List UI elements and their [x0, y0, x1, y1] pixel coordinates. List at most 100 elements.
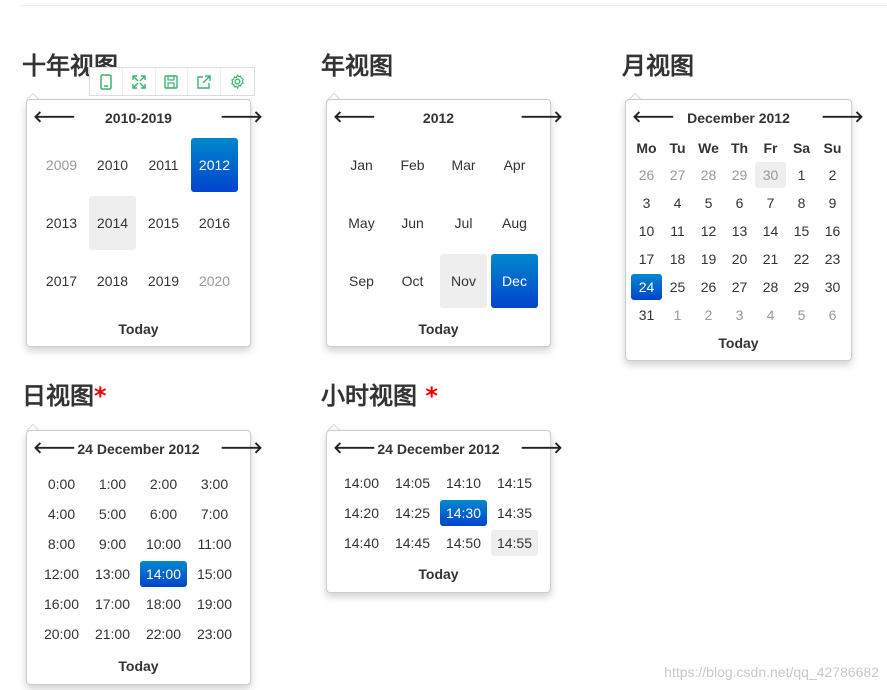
- picker-switch-title[interactable]: 24 December 2012: [57, 439, 220, 459]
- hour-cell[interactable]: 18:00: [140, 591, 187, 617]
- hour-cell[interactable]: 13:00: [89, 561, 136, 587]
- minute-cell[interactable]: 14:40: [338, 530, 385, 556]
- hour-cell[interactable]: 20:00: [38, 621, 85, 647]
- year-cell[interactable]: 2019: [140, 254, 187, 308]
- hour-cell[interactable]: 22:00: [140, 621, 187, 647]
- year-cell[interactable]: 2009: [38, 138, 85, 192]
- minute-cell[interactable]: 14:10: [440, 470, 487, 496]
- day-cell[interactable]: 5: [693, 190, 724, 216]
- day-cell[interactable]: 6: [724, 190, 755, 216]
- expand-icon[interactable]: [123, 68, 156, 95]
- hour-cell[interactable]: 19:00: [191, 591, 238, 617]
- today-button[interactable]: Today: [27, 321, 250, 337]
- day-cell[interactable]: 12: [693, 218, 724, 244]
- day-cell[interactable]: 14: [755, 218, 786, 244]
- next-arrow-icon[interactable]: 🡒: [821, 108, 864, 128]
- month-cell[interactable]: Jul: [440, 196, 487, 250]
- tablet-icon[interactable]: [90, 68, 123, 95]
- prev-arrow-icon[interactable]: 🡐: [33, 439, 76, 459]
- settings-icon[interactable]: [221, 68, 254, 95]
- day-cell[interactable]: 11: [662, 218, 693, 244]
- hour-cell[interactable]: 9:00: [89, 531, 136, 557]
- day-cell[interactable]: 30: [755, 162, 786, 188]
- day-cell[interactable]: 22: [786, 246, 817, 272]
- hour-cell[interactable]: 11:00: [191, 531, 238, 557]
- day-cell[interactable]: 6: [817, 302, 848, 328]
- day-cell[interactable]: 30: [817, 274, 848, 300]
- hour-cell[interactable]: 1:00: [89, 471, 136, 497]
- year-cell[interactable]: 2010: [89, 138, 136, 192]
- day-cell[interactable]: 29: [724, 162, 755, 188]
- hour-cell[interactable]: 15:00: [191, 561, 238, 587]
- day-cell[interactable]: 3: [724, 302, 755, 328]
- hour-cell[interactable]: 2:00: [140, 471, 187, 497]
- next-arrow-icon[interactable]: 🡒: [220, 439, 263, 459]
- picker-switch-title[interactable]: 2012: [357, 108, 520, 128]
- picker-switch-title[interactable]: 24 December 2012: [357, 439, 520, 459]
- minute-cell[interactable]: 14:35: [491, 500, 538, 526]
- minute-cell[interactable]: 14:05: [389, 470, 436, 496]
- hour-cell[interactable]: 6:00: [140, 501, 187, 527]
- hour-cell[interactable]: 7:00: [191, 501, 238, 527]
- day-cell[interactable]: 31: [631, 302, 662, 328]
- day-cell[interactable]: 3: [631, 190, 662, 216]
- hour-cell[interactable]: 4:00: [38, 501, 85, 527]
- today-button[interactable]: Today: [27, 658, 250, 674]
- day-cell[interactable]: 9: [817, 190, 848, 216]
- day-cell[interactable]: 10: [631, 218, 662, 244]
- month-cell[interactable]: Jun: [389, 196, 436, 250]
- month-cell[interactable]: Sep: [338, 254, 385, 308]
- month-cell[interactable]: Aug: [491, 196, 538, 250]
- day-cell[interactable]: 27: [662, 162, 693, 188]
- day-cell[interactable]: 29: [786, 274, 817, 300]
- day-cell[interactable]: 17: [631, 246, 662, 272]
- day-cell[interactable]: 4: [755, 302, 786, 328]
- day-cell[interactable]: 28: [755, 274, 786, 300]
- hour-cell[interactable]: 12:00: [38, 561, 85, 587]
- prev-arrow-icon[interactable]: 🡐: [33, 108, 76, 128]
- day-cell[interactable]: 15: [786, 218, 817, 244]
- day-cell[interactable]: 2: [817, 162, 848, 188]
- year-cell[interactable]: 2014: [89, 196, 136, 250]
- next-arrow-icon[interactable]: 🡒: [220, 108, 263, 128]
- prev-arrow-icon[interactable]: 🡐: [333, 439, 376, 459]
- month-cell[interactable]: May: [338, 196, 385, 250]
- day-cell[interactable]: 20: [724, 246, 755, 272]
- day-cell[interactable]: 8: [786, 190, 817, 216]
- minute-cell[interactable]: 14:50: [440, 530, 487, 556]
- today-button[interactable]: Today: [327, 321, 550, 337]
- month-cell[interactable]: Feb: [389, 138, 436, 192]
- prev-arrow-icon[interactable]: 🡐: [333, 108, 376, 128]
- today-button[interactable]: Today: [626, 335, 851, 351]
- picker-switch-title[interactable]: December 2012: [656, 108, 821, 128]
- hour-cell[interactable]: 17:00: [89, 591, 136, 617]
- month-cell[interactable]: Mar: [440, 138, 487, 192]
- day-cell[interactable]: 24: [631, 274, 662, 300]
- share-icon[interactable]: [188, 68, 222, 95]
- day-cell[interactable]: 25: [662, 274, 693, 300]
- minute-cell[interactable]: 14:30: [440, 500, 487, 526]
- day-cell[interactable]: 26: [693, 274, 724, 300]
- day-cell[interactable]: 2: [693, 302, 724, 328]
- year-cell[interactable]: 2011: [140, 138, 187, 192]
- month-cell[interactable]: Oct: [389, 254, 436, 308]
- month-cell[interactable]: Nov: [440, 254, 487, 308]
- hour-cell[interactable]: 14:00: [140, 561, 187, 587]
- day-cell[interactable]: 7: [755, 190, 786, 216]
- day-cell[interactable]: 23: [817, 246, 848, 272]
- year-cell[interactable]: 2012: [191, 138, 238, 192]
- day-cell[interactable]: 5: [786, 302, 817, 328]
- year-cell[interactable]: 2013: [38, 196, 85, 250]
- save-icon[interactable]: [156, 68, 189, 95]
- month-cell[interactable]: Dec: [491, 254, 538, 308]
- minute-cell[interactable]: 14:20: [338, 500, 385, 526]
- hour-cell[interactable]: 16:00: [38, 591, 85, 617]
- day-cell[interactable]: 27: [724, 274, 755, 300]
- day-cell[interactable]: 4: [662, 190, 693, 216]
- day-cell[interactable]: 13: [724, 218, 755, 244]
- hour-cell[interactable]: 21:00: [89, 621, 136, 647]
- hour-cell[interactable]: 23:00: [191, 621, 238, 647]
- month-cell[interactable]: Jan: [338, 138, 385, 192]
- minute-cell[interactable]: 14:55: [491, 530, 538, 556]
- hour-cell[interactable]: 5:00: [89, 501, 136, 527]
